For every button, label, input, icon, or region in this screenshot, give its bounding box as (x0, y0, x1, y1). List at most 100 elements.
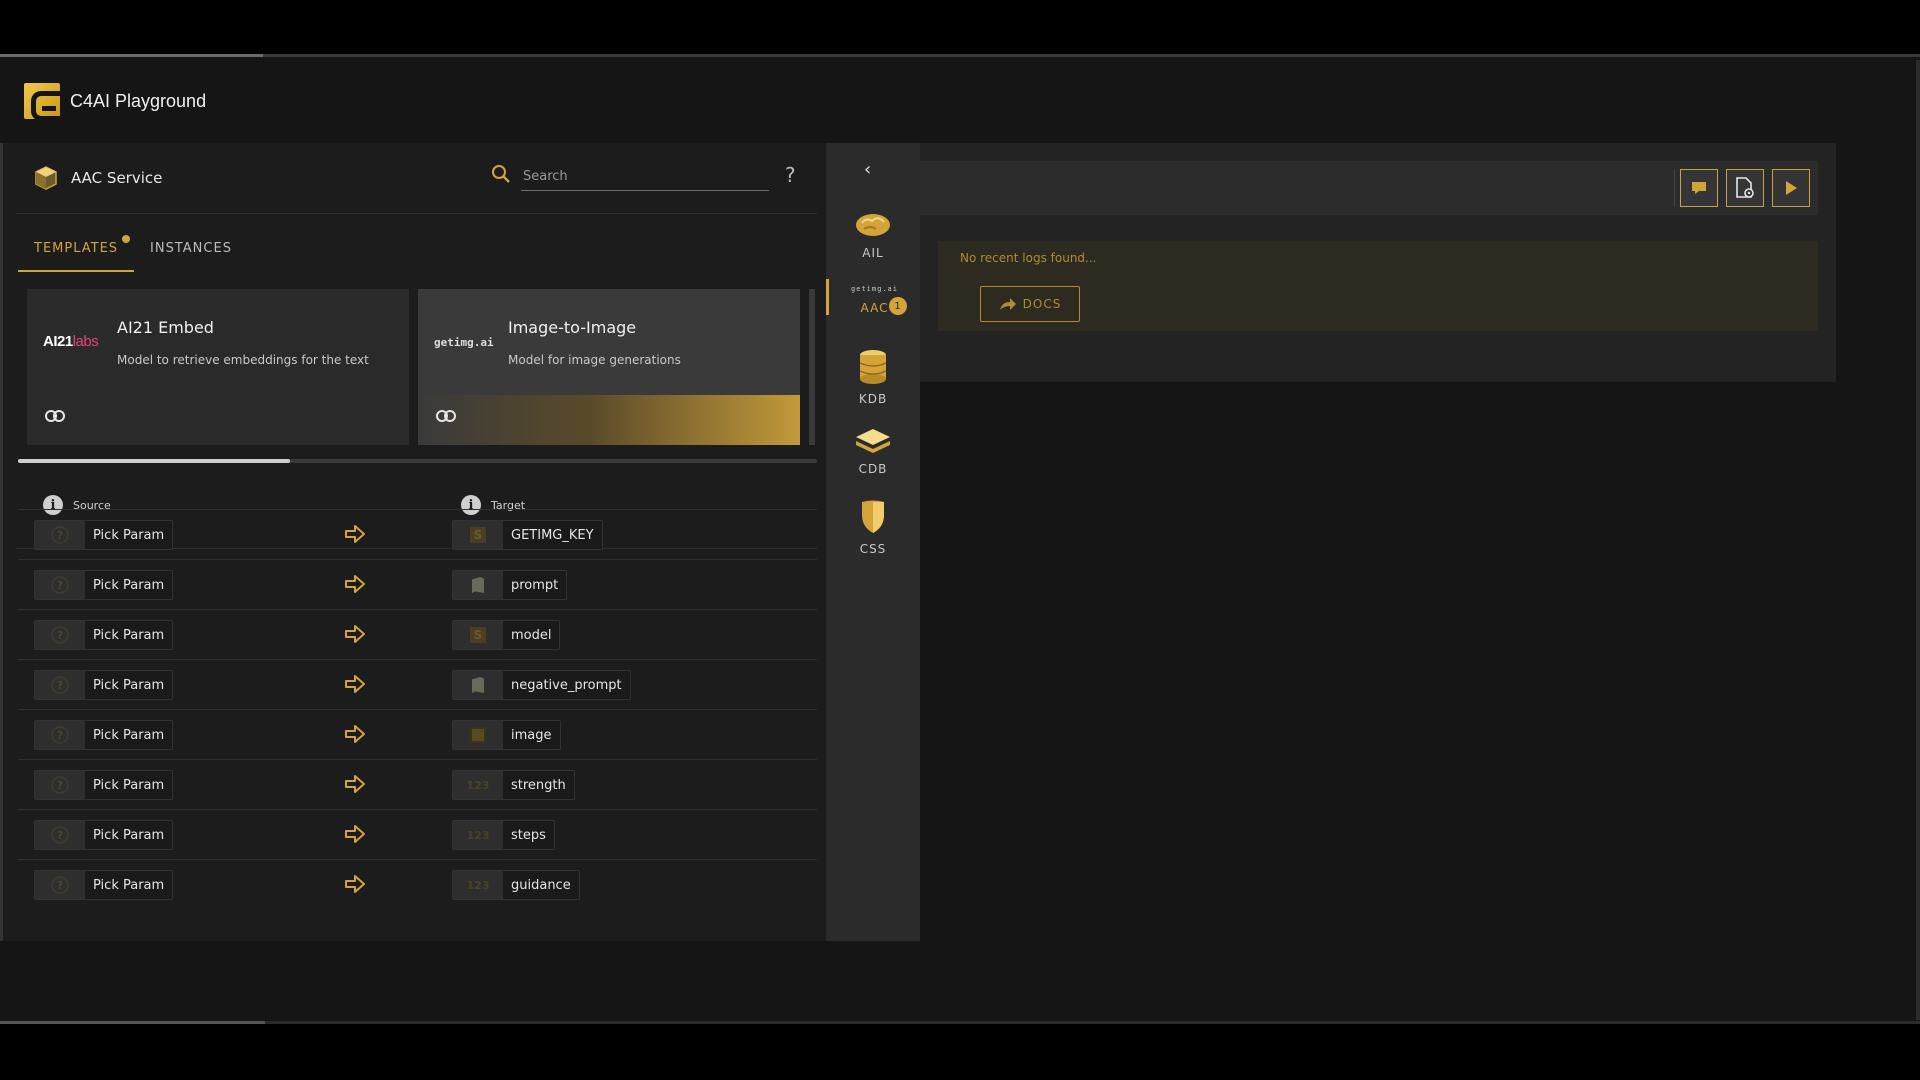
question-icon: ? (51, 826, 69, 844)
text-icon (472, 577, 484, 593)
source-picker[interactable]: ? Pick Param (34, 670, 174, 700)
sidebar-item-aac[interactable]: getimg.ai AAC 1 (826, 279, 920, 315)
target-param[interactable]: S GETIMG_KEY (452, 520, 603, 550)
arrow-right-icon (345, 725, 365, 743)
target-param[interactable]: Smodel (452, 620, 561, 650)
table-row: ? Pick Param 123 guidance (18, 859, 817, 909)
target-param[interactable]: image (452, 720, 561, 750)
chevron-left-icon[interactable]: ‹ (864, 159, 871, 180)
arrow-right-icon (345, 575, 365, 593)
play-icon (1786, 181, 1797, 195)
app-header: C4AI Playground (24, 83, 206, 121)
sidebar-item-label: CDB (858, 462, 888, 476)
count-badge: 1 (889, 297, 907, 315)
template-card-ai21-embed[interactable]: AI21labs AI21 Embed Model to retrieve em… (27, 289, 409, 445)
source-label: Pick Param (93, 877, 165, 893)
template-cards: AI21labs AI21 Embed Model to retrieve em… (27, 289, 817, 449)
arrow-right-icon (345, 875, 365, 893)
cube-icon (33, 165, 59, 191)
tab-label: INSTANCES (150, 241, 232, 256)
sidebar-item-ail[interactable]: AIL (826, 209, 920, 260)
sidebar-item-css[interactable]: CSS (826, 499, 920, 556)
target-label: strength (511, 777, 566, 793)
mapping-table: ? Pick Param S GETIMG_KEY? Pick Param prompt?… (18, 509, 817, 909)
text-icon (472, 677, 484, 693)
tab-templates[interactable]: TEMPLATES (18, 233, 135, 272)
source-label: Pick Param (93, 827, 165, 843)
card-title: Image-to-Image (508, 318, 637, 337)
link-icon[interactable] (45, 410, 65, 422)
file-gear-icon (1736, 177, 1754, 198)
target-label: prompt (511, 577, 559, 593)
source-label: Pick Param (93, 627, 165, 643)
secret-icon: S (470, 527, 486, 543)
template-card-image-to-image[interactable]: getimg.ai Image-to-Image Model for image… (418, 289, 800, 445)
header-divider (16, 213, 817, 214)
number-icon: 123 (466, 778, 490, 792)
bottom-scrollbar[interactable] (0, 1021, 1920, 1024)
source-label: Pick Param (93, 727, 165, 743)
tab-instances[interactable]: INSTANCES (134, 233, 248, 272)
brain-icon (856, 214, 890, 236)
source-picker[interactable]: ? Pick Param (34, 820, 174, 850)
service-header: AAC Service (33, 165, 162, 191)
source-picker[interactable]: ? Pick Param (34, 770, 174, 800)
target-param[interactable]: 123 strength (452, 770, 575, 800)
log-toolbar (920, 161, 1818, 215)
target-label: image (511, 727, 552, 743)
sidebar-item-label: KDB (858, 392, 888, 406)
page-scrollbar[interactable] (1916, 60, 1920, 1020)
card-description: Model for image generations (508, 353, 681, 367)
service-sidebar: ‹ AIL getimg.ai AAC 1 KDB CDB CSS (826, 143, 920, 941)
comment-icon (1692, 182, 1706, 194)
source-picker[interactable]: ? Pick Param (34, 720, 174, 750)
run-button[interactable] (1772, 169, 1810, 207)
target-label: steps (511, 827, 546, 843)
number-icon: 123 (466, 828, 490, 842)
target-param[interactable]: prompt (452, 570, 568, 600)
scrollbar-thumb[interactable] (18, 459, 290, 463)
ai21-logo: AI21labs (43, 333, 99, 350)
sidebar-item-cdb[interactable]: CDB (826, 427, 920, 476)
card-description: Model to retrieve embeddings for the tex… (117, 353, 369, 367)
log-box: No recent logs found... DOCS (938, 241, 1818, 331)
source-label: Pick Param (93, 677, 165, 693)
docs-button[interactable]: DOCS (980, 286, 1080, 322)
notification-dot (122, 235, 131, 243)
scrollbar-thumb[interactable] (0, 1021, 265, 1024)
service-name: AAC Service (71, 169, 163, 187)
source-picker[interactable]: ? Pick Param (34, 870, 174, 900)
table-row: ? Pick Param image (18, 709, 817, 759)
link-icon[interactable] (436, 410, 456, 422)
source-label: Pick Param (93, 777, 165, 793)
log-panel: No recent logs found... DOCS (920, 143, 1836, 382)
getimg-icon: getimg.ai (851, 285, 898, 293)
comment-button[interactable] (1680, 169, 1718, 207)
question-icon: ? (51, 726, 69, 744)
question-icon: ? (51, 576, 69, 594)
sidebar-item-label: AIL (862, 246, 884, 260)
card-overflow-edge (809, 289, 815, 445)
table-row: ? Pick Param negative_prompt (18, 659, 817, 709)
cards-scrollbar[interactable] (18, 459, 817, 463)
target-param[interactable]: negative_prompt (452, 670, 631, 700)
sidebar-item-kdb[interactable]: KDB (826, 349, 920, 406)
search-input[interactable] (521, 161, 769, 191)
file-settings-button[interactable] (1726, 169, 1764, 207)
sidebar-item-label: CSS (859, 542, 887, 556)
source-picker[interactable]: ? Pick Param (34, 620, 174, 650)
source-picker[interactable]: ? Pick Param (34, 520, 174, 550)
search-icon[interactable] (491, 164, 511, 188)
shield-icon (862, 500, 884, 533)
target-param[interactable]: 123 steps (452, 820, 555, 850)
source-picker[interactable]: ? Pick Param (34, 570, 174, 600)
arrow-right-icon (345, 675, 365, 693)
help-icon[interactable]: ? (785, 163, 796, 187)
target-param[interactable]: 123 guidance (452, 870, 580, 900)
table-row: ? Pick Param S GETIMG_KEY (18, 509, 817, 559)
search-bar (491, 161, 769, 191)
tab-label: TEMPLATES (34, 241, 119, 256)
source-label: Pick Param (93, 577, 165, 593)
app-window: C4AI Playground AAC Service ? TEMPLAT (0, 54, 1920, 1024)
target-label: negative_prompt (511, 677, 622, 693)
